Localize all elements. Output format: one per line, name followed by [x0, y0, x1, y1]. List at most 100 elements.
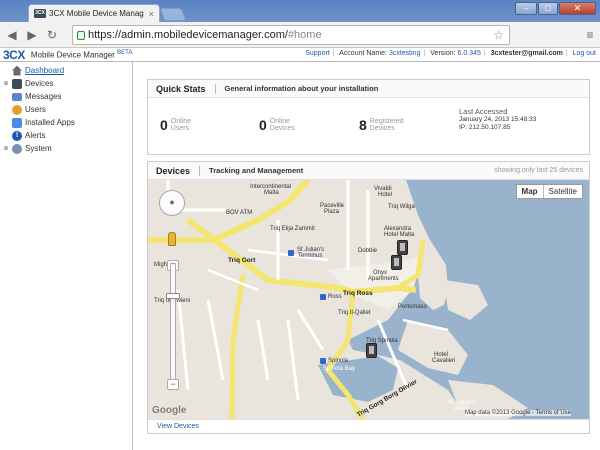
label-il-qaliet: Triq Il-Qaliet: [338, 310, 371, 316]
sidebar-item-label: Devices: [25, 79, 54, 88]
browser-chrome: 3CX 3CX Mobile Device Manag × – □ ✕ ◀ ▶ …: [0, 0, 600, 62]
label-plaza: Plaza: [324, 209, 340, 215]
devices-icon: [12, 78, 22, 89]
device-marker[interactable]: [397, 240, 408, 255]
reload-icon[interactable]: ↻: [44, 27, 60, 43]
stats-row: 0 Online Users 0 Online Devices 8 Register…: [148, 98, 589, 154]
sidebar-item-devices[interactable]: ⊕ Devices: [0, 77, 132, 90]
map-type-toggle: Map Satellite: [515, 184, 583, 199]
label-apartments: Apartments: [368, 276, 399, 282]
tab-favicon-icon: 3CX: [34, 9, 46, 18]
bookmark-star-icon[interactable]: ☆: [493, 28, 504, 42]
label-cavalieri: Cavalieri: [432, 358, 456, 364]
zoom-slider-track[interactable]: [170, 263, 176, 383]
forward-icon[interactable]: ▶: [24, 27, 40, 43]
close-window-button[interactable]: ✕: [559, 2, 596, 15]
label-bov-atm: BOV ATM: [226, 210, 253, 216]
sidebar-item-label: System: [25, 144, 52, 153]
devices-footer: View Devices: [148, 419, 589, 433]
lock-icon: [77, 30, 85, 40]
street-view-pegman-icon[interactable]: [168, 232, 176, 246]
label-ross: Ross: [328, 294, 342, 300]
panel-title: Quick Stats: [156, 83, 216, 94]
sidebar-item-installed-apps[interactable]: Installed Apps: [0, 116, 132, 129]
sidebar-item-system[interactable]: ⊕ System: [0, 142, 132, 155]
panel-subtitle: Tracking and Management: [209, 166, 304, 175]
sidebar-item-label: Dashboard: [25, 66, 65, 75]
expand-icon[interactable]: ⊕: [3, 80, 9, 87]
device-marker[interactable]: [366, 343, 377, 358]
device-marker[interactable]: [391, 255, 402, 270]
users-icon: [12, 104, 22, 115]
tab-strip: 3CX 3CX Mobile Device Manag × – □ ✕: [0, 0, 600, 22]
account-label: Account Name:: [339, 50, 387, 57]
map-attribution[interactable]: Map data ©2013 Google - Terms of Use: [464, 410, 571, 416]
beta-badge: BETA: [117, 49, 133, 56]
stat-online-users: 0 Online Users: [160, 117, 192, 133]
devices-note: showing only last 25 devices: [494, 167, 583, 174]
logo: 3CX: [3, 47, 25, 62]
sidebar-item-messages[interactable]: Messages: [0, 90, 132, 103]
home-icon: [12, 65, 22, 76]
main-content: Quick Stats General information about yo…: [147, 79, 590, 434]
zoom-slider-thumb[interactable]: [166, 293, 180, 299]
label-spinola: Spinola: [328, 358, 349, 364]
tab-title: 3CX Mobile Device Manag: [49, 9, 144, 18]
back-icon[interactable]: ◀: [4, 27, 20, 43]
map-type-map-button[interactable]: Map: [517, 185, 543, 198]
alert-icon: !: [12, 130, 22, 141]
expand-icon[interactable]: ⊕: [3, 145, 9, 152]
label-dobbie: Dobbie: [358, 248, 378, 254]
panel-title: Devices: [156, 165, 201, 176]
bus-stop-icon: [288, 250, 294, 256]
sidebar-item-label: Users: [25, 105, 46, 114]
label-triq-gort: Triq Gort: [228, 257, 256, 264]
devices-panel: Devices Tracking and Management showing …: [147, 161, 590, 434]
panel-subtitle: General information about your installat…: [224, 84, 379, 93]
minimize-button[interactable]: –: [515, 2, 537, 15]
label-portomaso: Portomaso: [398, 304, 428, 310]
label-alexandra-hotel: Hotel Malta: [384, 232, 415, 238]
label-triq-wilga: Triq Wilga: [388, 204, 415, 210]
new-tab-button[interactable]: [159, 8, 187, 21]
last-accessed: Last Accessed January 24, 2013 15:48:33 …: [459, 107, 537, 132]
browser-tab[interactable]: 3CX 3CX Mobile Device Manag ×: [28, 4, 160, 22]
devices-header: Devices Tracking and Management showing …: [148, 162, 589, 180]
browser-toolbar: ◀ ▶ ↻ https://admin.mobiledevicemanager.…: [0, 22, 600, 62]
logout-link[interactable]: Log out: [573, 50, 596, 57]
quick-stats-panel: Quick Stats General information about yo…: [147, 79, 590, 155]
sidebar-item-label: Installed Apps: [25, 118, 75, 127]
stat-registered-devices: 8 Registered Devices: [359, 117, 404, 133]
device-map[interactable]: Intercontinental Malta Paceville Plaza V…: [148, 180, 589, 419]
sidebar-item-dashboard[interactable]: Dashboard: [0, 64, 132, 77]
label-hotel: Hotel: [378, 192, 393, 198]
app-name: Mobile Device Manager BETA: [30, 49, 133, 60]
user-email: 3cxtester@gmail.com: [490, 50, 563, 57]
bus-stop-icon: [320, 358, 326, 364]
pan-control[interactable]: ◆: [159, 190, 185, 216]
label-triq-ross: Triq Ross: [343, 290, 373, 297]
label-triq-elija: Triq Elija Zammit: [270, 226, 315, 232]
maximize-button[interactable]: □: [538, 2, 558, 15]
view-devices-link[interactable]: View Devices: [157, 423, 199, 430]
header-account-info: Support | Account Name: 3cxtesting | Versi…: [305, 50, 596, 57]
zoom-out-button[interactable]: −: [167, 379, 179, 390]
account-value: 3cxtesting: [388, 50, 421, 57]
google-logo: Google: [152, 405, 187, 416]
label-malta: Malta: [264, 190, 279, 196]
support-link[interactable]: Support: [305, 50, 330, 57]
stat-online-devices: 0 Online Devices: [259, 117, 295, 133]
app-header: 3CX Mobile Device Manager BETA Support | …: [0, 48, 600, 62]
messages-icon: [12, 92, 22, 101]
label-terminus: Terminus: [298, 253, 323, 259]
sidebar-item-alerts[interactable]: ! Alerts: [0, 129, 132, 142]
map-canvas: [148, 180, 589, 419]
sidebar-item-users[interactable]: Users: [0, 103, 132, 116]
url-text: https://admin.mobiledevicemanager.com/#h…: [88, 29, 322, 41]
apps-icon: [12, 117, 22, 128]
address-bar[interactable]: https://admin.mobiledevicemanager.com/#h…: [72, 25, 510, 45]
gear-icon: [12, 143, 22, 154]
tab-close-icon[interactable]: ×: [149, 9, 154, 19]
map-type-satellite-button[interactable]: Satellite: [542, 185, 582, 198]
menu-icon[interactable]: ≡: [582, 27, 598, 43]
